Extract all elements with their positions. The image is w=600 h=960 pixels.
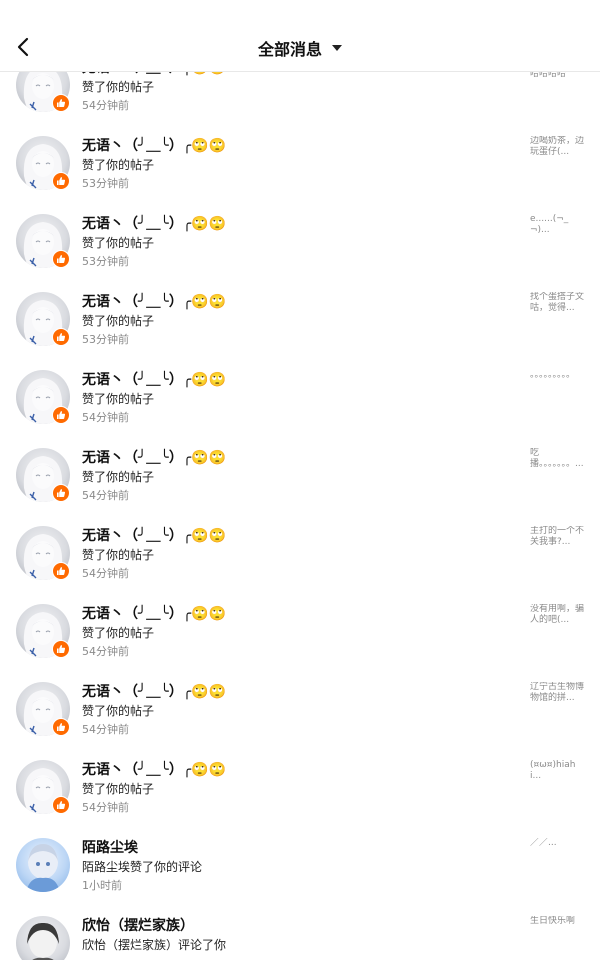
timestamp: 1小时前 <box>82 879 122 892</box>
sender-name[interactable]: 陌路尘埃 <box>82 837 138 857</box>
avatar[interactable] <box>16 916 70 960</box>
post-preview[interactable]: 边喝奶茶，边玩蛋仔(... <box>530 136 586 158</box>
notification-item[interactable]: 无语丶（╯＿╰）╭🙄🙄 赞了你的帖子 54分钟前 辽宁古生物博物馆的拼... <box>0 682 600 760</box>
notification-item[interactable]: 陌路尘埃陌路尘埃赞了你的评论 1小时前 ／／... <box>0 838 600 916</box>
sender-name[interactable]: 无语丶（╯＿╰）╭🙄🙄 <box>82 135 226 155</box>
timestamp: 53分钟前 <box>82 333 129 346</box>
sender-name[interactable]: 无语丶（╯＿╰）╭🙄🙄 <box>82 72 226 77</box>
timestamp: 54分钟前 <box>82 411 129 424</box>
post-preview[interactable]: 没有用啊，骗人的吧(... <box>530 604 586 626</box>
notification-item[interactable]: 无语丶（╯＿╰）╭🙄🙄 赞了你的帖子 53分钟前 e......(¬_¬)... <box>0 214 600 292</box>
post-preview[interactable]: 生日快乐啊 <box>530 916 586 927</box>
notification-action: 赞了你的帖子 <box>82 158 155 172</box>
notification-item[interactable]: 无语丶（╯＿╰）╭🙄🙄 赞了你的帖子 53分钟前 找个蛋搭子文咕，觉得... <box>0 292 600 370</box>
post-preview[interactable]: 辽宁古生物博物馆的拼... <box>530 682 586 704</box>
thumbs-up-icon <box>52 640 70 658</box>
post-preview[interactable]: 吃播。。。。。。。... <box>530 448 586 470</box>
notification-item[interactable]: 无语丶（╯＿╰）╭🙄🙄 赞了你的帖子 54分钟前 主打的一个不关我事?... <box>0 526 600 604</box>
notification-action: 欣怡（摆烂家族）评论了你 <box>82 938 227 952</box>
thumbs-up-icon <box>52 250 70 268</box>
page-title: 全部消息 <box>257 40 322 59</box>
sender-name[interactable]: 无语丶（╯＿╰）╭🙄🙄 <box>82 213 226 233</box>
notification-action: 赞了你的帖子 <box>82 236 155 250</box>
sender-name[interactable]: 无语丶（╯＿╰）╭🙄🙄 <box>82 681 226 701</box>
post-preview[interactable]: ／／... <box>530 838 586 849</box>
timestamp: 54分钟前 <box>82 489 129 502</box>
thumbs-up-icon <box>52 796 70 814</box>
timestamp: 54分钟前 <box>82 723 129 736</box>
notification-action: 赞了你的帖子 <box>82 314 155 328</box>
notification-action: 赞了你的帖子 <box>82 626 155 640</box>
notification-item[interactable]: 无语丶（╯＿╰）╭🙄🙄 赞了你的帖子 54分钟前 。。。。。。。。。 <box>0 370 600 448</box>
notification-action: 赞了你的帖子 <box>82 704 155 718</box>
notification-action: 赞了你的帖子 <box>82 392 155 406</box>
thumbs-up-icon <box>52 172 70 190</box>
post-preview[interactable]: (¤ω¤)hiahi... <box>530 760 586 782</box>
sender-name[interactable]: 无语丶（╯＿╰）╭🙄🙄 <box>82 525 226 545</box>
post-preview[interactable]: e......(¬_¬)... <box>530 214 586 236</box>
timestamp: 54分钟前 <box>82 99 129 112</box>
sender-name[interactable]: 无语丶（╯＿╰）╭🙄🙄 <box>82 291 226 311</box>
notification-action: 赞了你的帖子 <box>82 548 155 562</box>
post-preview[interactable]: 找个蛋搭子文咕，觉得... <box>530 292 586 314</box>
avatar[interactable] <box>16 838 70 892</box>
thumbs-up-icon <box>52 94 70 112</box>
timestamp: 54分钟前 <box>82 567 129 580</box>
thumbs-up-icon <box>52 718 70 736</box>
notification-item[interactable]: 无语丶（╯＿╰）╭🙄🙄 赞了你的帖子 54分钟前 吃播。。。。。。。... <box>0 448 600 526</box>
sender-name[interactable]: 无语丶（╯＿╰）╭🙄🙄 <box>82 603 226 623</box>
sender-name[interactable]: 无语丶（╯＿╰）╭🙄🙄 <box>82 759 226 779</box>
notification-item[interactable]: 无语丶（╯＿╰）╭🙄🙄 赞了你的帖子 54分钟前 (¤ω¤)hiahi... <box>0 760 600 838</box>
timestamp: 53分钟前 <box>82 255 129 268</box>
notification-action: 赞了你的帖子 <box>82 470 155 484</box>
timestamp: 54分钟前 <box>82 645 129 658</box>
notification-item[interactable]: 无语丶（╯＿╰）╭🙄🙄 赞了你的帖子 54分钟前 小红唱交响乐哈哈哈哈 <box>0 72 600 136</box>
sender-name[interactable]: 欣怡（摆烂家族） <box>82 915 194 935</box>
top-bar: 全部消息 <box>0 0 600 72</box>
notification-action: 赞了你的帖子 <box>82 782 155 796</box>
thumbs-up-icon <box>52 484 70 502</box>
thumbs-up-icon <box>52 328 70 346</box>
thumbs-up-icon <box>52 406 70 424</box>
timestamp: 54分钟前 <box>82 801 129 814</box>
timestamp: 53分钟前 <box>82 177 129 190</box>
post-preview[interactable]: 主打的一个不关我事?... <box>530 526 586 548</box>
post-preview[interactable]: 。。。。。。。。。 <box>530 370 586 381</box>
notification-list[interactable]: 无语丶（╯＿╰）╭🙄🙄赞了你的帖子54分钟前小红唱交响乐哈哈哈哈无语丶（╯＿╰）… <box>0 72 600 960</box>
notification-action: 陌路尘埃赞了你的评论 <box>82 860 203 874</box>
filter-dropdown[interactable]: 全部消息 <box>0 36 600 60</box>
sender-name[interactable]: 无语丶（╯＿╰）╭🙄🙄 <box>82 447 226 467</box>
notification-action: 赞了你的帖子 <box>82 80 155 94</box>
notification-item[interactable]: 无语丶（╯＿╰）╭🙄🙄 赞了你的帖子 53分钟前 边喝奶茶，边玩蛋仔(... <box>0 136 600 214</box>
caret-down-icon <box>332 45 342 51</box>
notification-item[interactable]: 欣怡（摆烂家族） 欣怡（摆烂家族）评论了你 生日快乐啊 <box>0 916 600 960</box>
thumbs-up-icon <box>52 562 70 580</box>
notification-item[interactable]: 无语丶（╯＿╰）╭🙄🙄 赞了你的帖子 54分钟前 没有用啊，骗人的吧(... <box>0 604 600 682</box>
post-preview[interactable]: 小红唱交响乐哈哈哈哈 <box>530 72 586 80</box>
sender-name[interactable]: 无语丶（╯＿╰）╭🙄🙄 <box>82 369 226 389</box>
